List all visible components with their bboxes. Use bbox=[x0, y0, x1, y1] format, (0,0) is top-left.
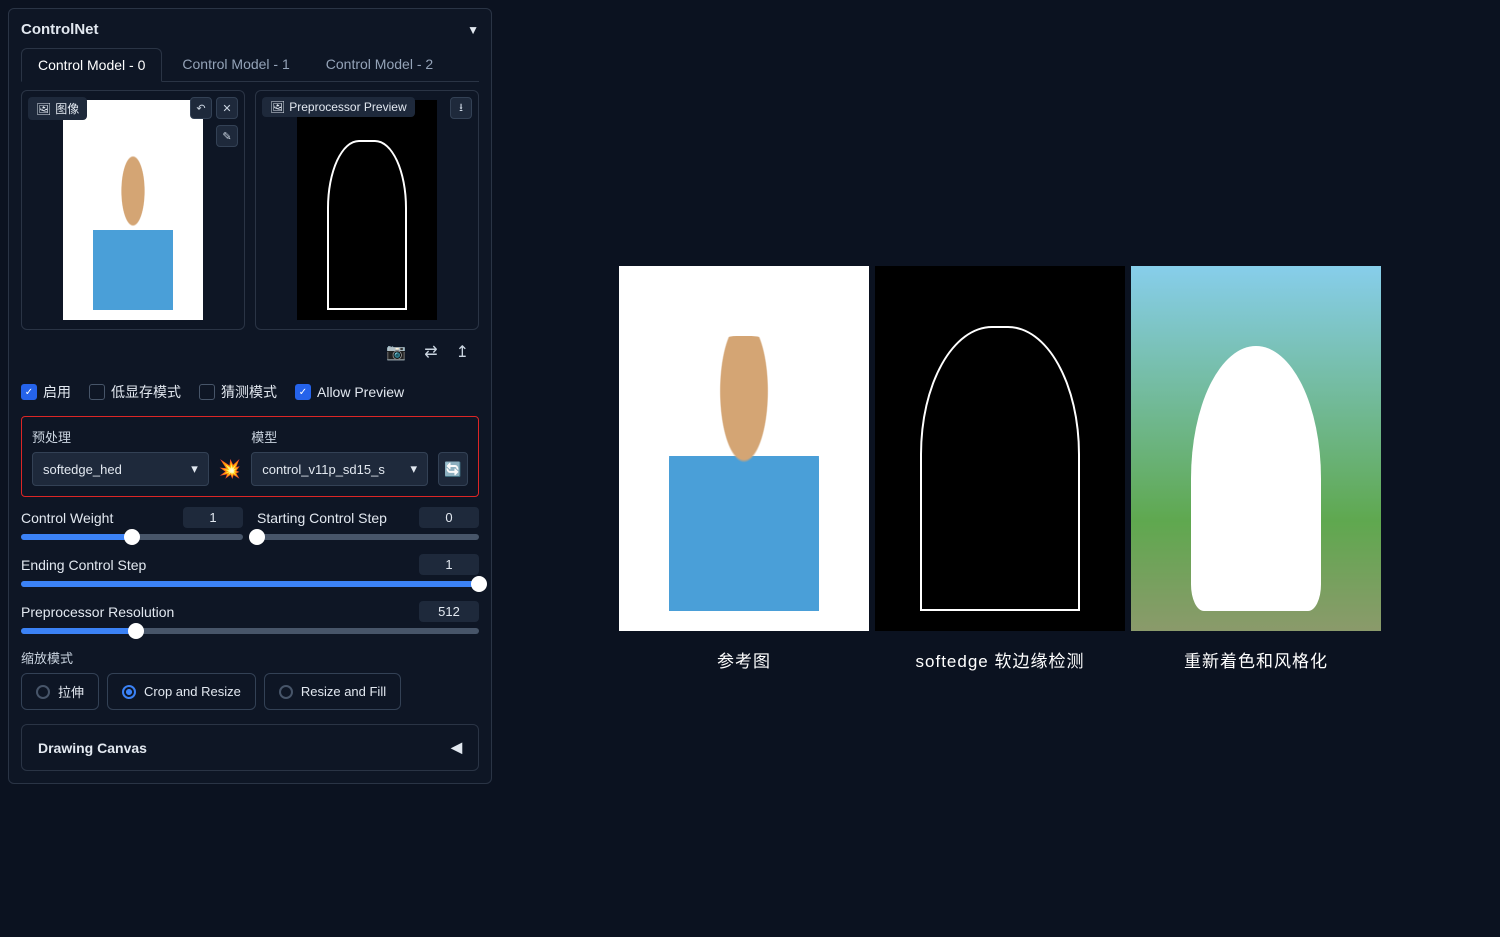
chevron-down-icon: ▾ bbox=[410, 461, 417, 477]
resize-mode-group: 缩放模式 拉伸 Crop and Resize Resize and Fill bbox=[21, 648, 479, 710]
preproc-model-group: 预处理 softedge_hed ▾ 💥 模型 control_v11p_sd1… bbox=[21, 416, 479, 497]
showcase-reference-image bbox=[619, 266, 869, 631]
showcase-caption: 参考图 bbox=[717, 647, 771, 672]
resize-opt-stretch[interactable]: 拉伸 bbox=[21, 673, 99, 710]
showcase-softedge-image bbox=[875, 266, 1125, 631]
guess-checkbox[interactable]: 猜测模式 bbox=[199, 382, 277, 402]
drawing-canvas-toggle[interactable]: Drawing Canvas ◀ bbox=[21, 724, 479, 771]
explosion-icon[interactable]: 💥 bbox=[219, 427, 241, 486]
swap-icon[interactable]: ⇄ bbox=[424, 342, 437, 362]
model-tabs: Control Model - 0 Control Model - 1 Cont… bbox=[21, 48, 479, 82]
showcase-stylized-image bbox=[1131, 266, 1381, 631]
lowvram-checkbox[interactable]: 低显存模式 bbox=[89, 382, 181, 402]
image-icon: 🖼 bbox=[270, 100, 285, 114]
preview-image-placeholder bbox=[297, 100, 437, 320]
allow-preview-checkbox[interactable]: ✓Allow Preview bbox=[295, 382, 404, 402]
refresh-icon: 🔄 bbox=[444, 461, 461, 478]
resize-opt-fill[interactable]: Resize and Fill bbox=[264, 673, 401, 710]
image-actions: 📷 ⇄ ↥ bbox=[21, 338, 479, 374]
tab-model-1[interactable]: Control Model - 1 bbox=[166, 48, 305, 81]
upload-icon[interactable]: ↥ bbox=[456, 342, 469, 362]
refresh-model-button[interactable]: 🔄 bbox=[438, 452, 468, 486]
model-label: 模型 bbox=[251, 427, 428, 446]
showcase-caption: softedge 软边缘检测 bbox=[916, 647, 1085, 672]
image-icon: 🖼 bbox=[36, 102, 51, 116]
preproc-label: 预处理 bbox=[32, 427, 209, 446]
showcase-area: 参考图 softedge 软边缘检测 重新着色和风格化 bbox=[500, 0, 1500, 937]
controlnet-panel: ControlNet ▼ Control Model - 0 Control M… bbox=[8, 8, 492, 784]
tab-model-0[interactable]: Control Model - 0 bbox=[21, 48, 162, 82]
resize-opt-crop[interactable]: Crop and Resize bbox=[107, 673, 256, 710]
preproc-dropdown[interactable]: softedge_hed ▾ bbox=[32, 452, 209, 486]
chevron-down-icon: ▾ bbox=[191, 461, 198, 477]
undo-icon[interactable]: ↶ bbox=[190, 97, 212, 119]
enable-checkbox[interactable]: ✓启用 bbox=[21, 382, 71, 402]
edit-icon[interactable]: ✎ bbox=[216, 125, 238, 147]
preview-image-label: 🖼 Preprocessor Preview bbox=[262, 97, 415, 117]
tab-model-2[interactable]: Control Model - 2 bbox=[310, 48, 449, 81]
start-step-slider[interactable]: Starting Control Step 0 bbox=[257, 507, 479, 540]
camera-icon[interactable]: 📷 bbox=[386, 342, 406, 362]
input-image-placeholder bbox=[63, 100, 203, 320]
preproc-res-slider[interactable]: Preprocessor Resolution 512 bbox=[21, 601, 479, 634]
input-image-label: 🖼 图像 bbox=[28, 97, 87, 120]
caret-left-icon: ◀ bbox=[451, 739, 462, 756]
close-icon[interactable]: ✕ bbox=[216, 97, 238, 119]
model-dropdown[interactable]: control_v11p_sd15_s ▾ bbox=[251, 452, 428, 486]
input-image-card[interactable]: 🖼 图像 ↶ ✕ ✎ bbox=[21, 90, 245, 330]
download-icon[interactable]: ⭳ bbox=[450, 97, 472, 119]
control-weight-slider[interactable]: Control Weight 1 bbox=[21, 507, 243, 540]
showcase-caption: 重新着色和风格化 bbox=[1184, 647, 1328, 672]
preview-image-card[interactable]: 🖼 Preprocessor Preview ⭳ bbox=[255, 90, 479, 330]
collapse-caret-icon[interactable]: ▼ bbox=[467, 23, 479, 37]
panel-title: ControlNet bbox=[21, 21, 99, 38]
end-step-slider[interactable]: Ending Control Step 1 bbox=[21, 554, 479, 587]
